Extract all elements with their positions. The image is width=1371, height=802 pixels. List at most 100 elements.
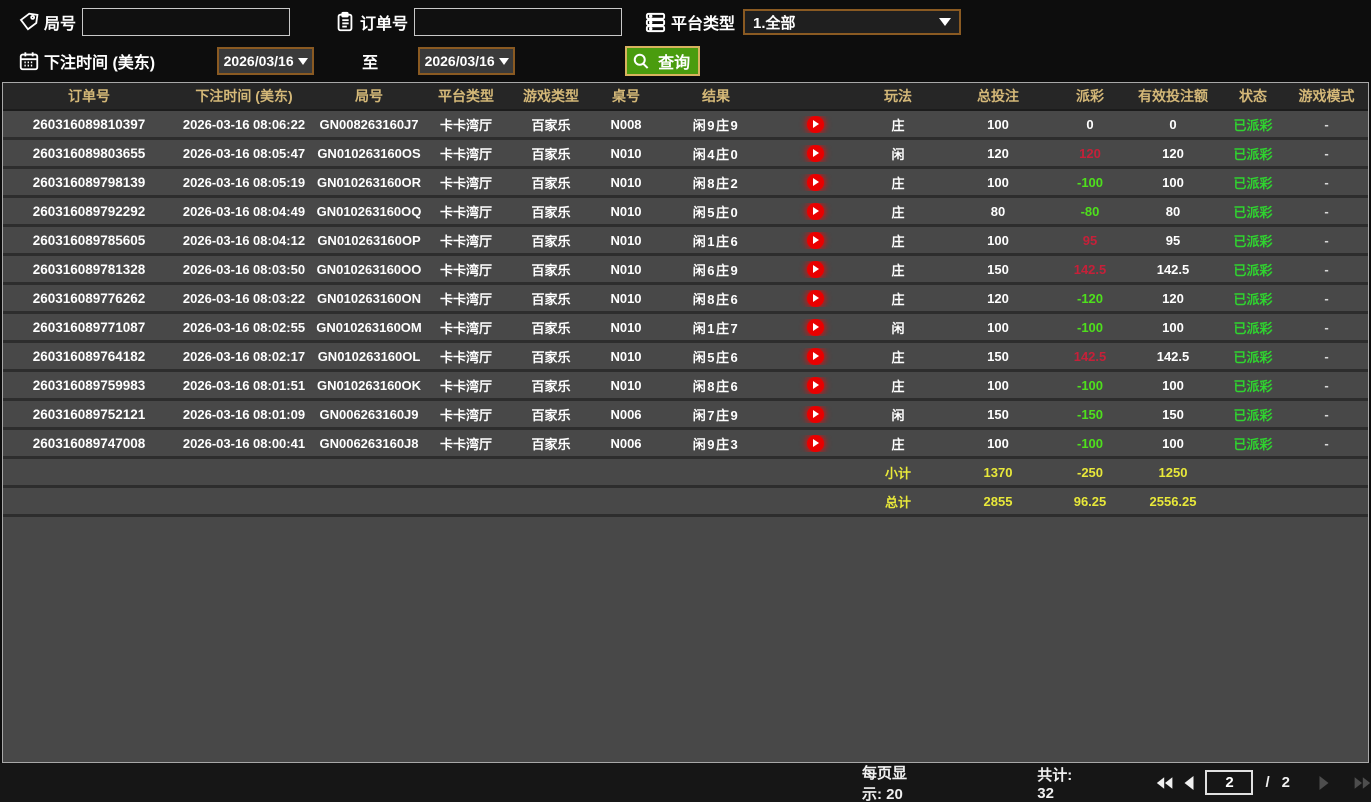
cell-result: 闲7庄9 [692,407,740,423]
play-icon[interactable] [806,318,824,336]
play-icon[interactable] [806,173,824,191]
date-to-picker[interactable]: 2026/03/16 [418,47,516,75]
play-icon[interactable] [806,376,824,394]
previous-page-icon[interactable] [1184,775,1195,790]
cell-total-bet: 150 [987,261,1009,277]
cell-table-no: N010 [610,348,642,364]
cell-platform: 卡卡湾厅 [439,291,492,307]
cell-status: 已派彩 [1233,436,1273,452]
calendar-icon [18,50,40,72]
cell-round-no: GN010263160OQ [316,203,422,219]
column-header: 平台类型 [438,88,494,104]
cell-table-no: N010 [610,203,642,219]
play-icon[interactable] [806,202,824,220]
cell-table-no: N010 [610,290,642,306]
cell-bet-time: 2026-03-16 08:02:55 [182,319,306,335]
cell-result: 闲9庄3 [692,436,740,452]
cell-game-mode: - [1324,406,1329,422]
play-icon[interactable] [806,260,824,278]
cell-table-no: N006 [610,406,642,422]
first-page-icon[interactable] [1156,776,1174,790]
platform-type-select[interactable]: 1.全部 [743,9,962,35]
cell-result: 闲8庄6 [692,291,740,307]
cell-payout: -100 [1076,377,1104,393]
cell-game-type: 百家乐 [531,262,571,278]
next-page-icon[interactable] [1318,775,1329,790]
play-icon[interactable] [806,115,824,133]
cell-play: 庄 [891,378,905,394]
grand-total-row-payout: 96.25 [1073,493,1107,509]
cell-play: 庄 [891,204,905,220]
grand-total-row: 总计 2855 96.25 2556.25 [3,488,1368,517]
column-header: 玩法 [884,88,912,104]
cell-platform: 卡卡湾厅 [439,349,492,365]
table-row: 260316089752121 2026-03-16 08:01:09 GN0062… [3,401,1368,430]
cell-play: 庄 [891,233,905,249]
cell-payout: -120 [1076,290,1104,306]
cell-platform: 卡卡湾厅 [439,146,492,162]
cell-replay [775,144,855,162]
cell-game-mode: - [1324,261,1329,277]
table-row: 260316089810397 2026-03-16 08:06:22 GN0082… [3,111,1368,140]
cell-game-type: 百家乐 [531,291,571,307]
play-icon[interactable] [806,231,824,249]
cell-valid-bet: 95 [1165,232,1181,248]
play-icon[interactable] [806,289,824,307]
cell-platform: 卡卡湾厅 [439,262,492,278]
cell-order-no: 260316089771087 [32,319,146,335]
cell-game-type: 百家乐 [531,204,571,220]
round-number-input[interactable] [82,8,291,36]
date-from-picker[interactable]: 2026/03/16 [217,47,315,75]
search-button[interactable]: 查询 [625,46,701,76]
cell-game-type: 百家乐 [531,320,571,336]
cell-bet-time: 2026-03-16 08:03:50 [182,261,306,277]
cell-bet-time: 2026-03-16 08:01:51 [182,377,306,393]
cell-total-bet: 120 [987,145,1009,161]
cell-replay [775,318,855,336]
order-number-input[interactable] [414,8,623,36]
cell-status: 已派彩 [1233,291,1273,307]
cell-result: 闲8庄2 [692,175,740,191]
play-icon[interactable] [806,347,824,365]
cell-order-no: 260316089759983 [32,377,146,393]
table-row: 260316089776262 2026-03-16 08:03:22 GN0102… [3,285,1368,314]
cell-platform: 卡卡湾厅 [439,378,492,394]
cell-platform: 卡卡湾厅 [439,320,492,336]
current-page-input[interactable] [1205,770,1254,795]
cell-table-no: N010 [610,174,642,190]
cell-round-no: GN010263160OK [316,377,422,393]
cell-round-no: GN008263160J7 [319,116,419,132]
cell-total-bet: 150 [987,406,1009,422]
table-row: 260316089764182 2026-03-16 08:02:17 GN0102… [3,343,1368,372]
table-row: 260316089792292 2026-03-16 08:04:49 GN0102… [3,198,1368,227]
play-icon[interactable] [806,405,824,423]
cell-bet-time: 2026-03-16 08:05:19 [182,174,306,190]
cell-bet-time: 2026-03-16 08:04:49 [182,203,306,219]
last-page-icon[interactable] [1353,776,1371,790]
play-icon[interactable] [806,144,824,162]
cell-game-type: 百家乐 [531,349,571,365]
table-row: 260316089803655 2026-03-16 08:05:47 GN0102… [3,140,1368,169]
cell-game-type: 百家乐 [531,117,571,133]
cell-bet-time: 2026-03-16 08:03:22 [182,290,306,306]
column-header: 游戏类型 [523,88,579,104]
cell-round-no: GN006263160J9 [319,406,419,422]
cell-result: 闲1庄6 [692,233,740,249]
cell-total-bet: 100 [987,377,1009,393]
play-icon[interactable] [806,434,824,452]
cell-game-mode: - [1324,116,1329,132]
page-size-label: 每页显示: 20 [862,764,908,802]
column-header: 订单号 [68,88,110,104]
cell-total-bet: 100 [987,319,1009,335]
chevron-down-icon [939,18,952,26]
table-row: 260316089771087 2026-03-16 08:02:55 GN0102… [3,314,1368,343]
cell-valid-bet: 142.5 [1156,348,1190,364]
subtotal-row-valid_bet: 1250 [1158,464,1188,480]
cell-replay [775,115,855,133]
cell-order-no: 260316089747008 [32,435,146,451]
cell-game-mode: - [1324,145,1329,161]
cell-round-no: GN010263160OM [316,319,422,335]
table-row: 260316089785605 2026-03-16 08:04:12 GN0102… [3,227,1368,256]
cell-total-bet: 150 [987,348,1009,364]
cell-valid-bet: 0 [1169,116,1177,132]
